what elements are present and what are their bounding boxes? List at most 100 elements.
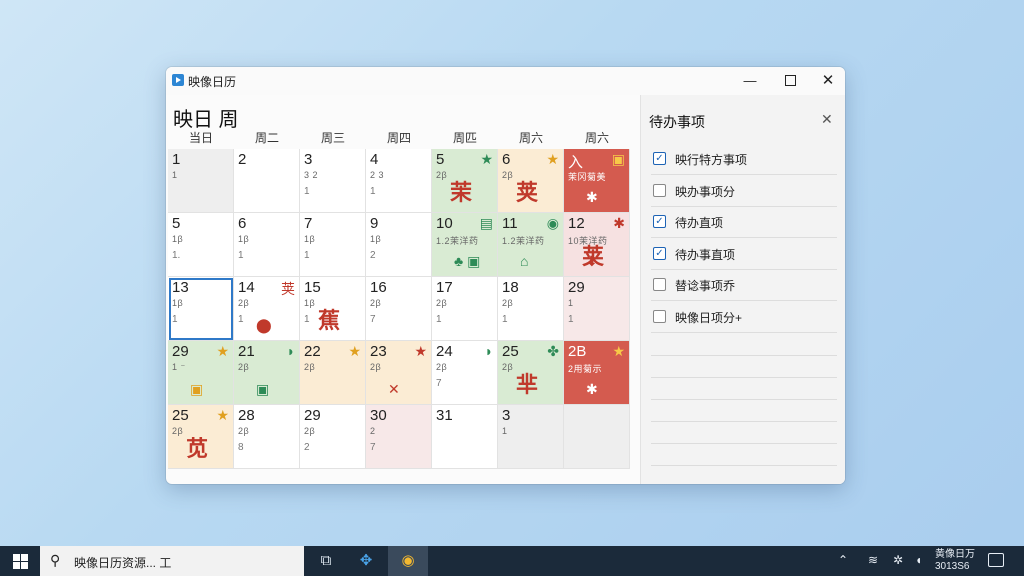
calendar-day-cell[interactable]: 13 1β 1 [168, 277, 234, 341]
calendar-day-cell[interactable]: 23 2β ★ ✕ [366, 341, 432, 405]
calendar-day-cell[interactable]: 14 2β 1 荚 ⬤ [234, 277, 300, 341]
calendar-day-cell[interactable]: 25 2β ✤ 芈 [498, 341, 564, 405]
event-badge-icon: ◗ [286, 343, 295, 359]
weekday-label: 周六 [518, 131, 543, 145]
event-badge-icon: ▣ [611, 151, 625, 167]
calendar-day-cell[interactable]: 2 [234, 149, 300, 213]
day-number: 29 [304, 407, 321, 424]
day-number: 24 [436, 343, 453, 360]
title-bar[interactable]: 映像日历 — ✕ [166, 67, 845, 95]
event-line: 1 [370, 186, 376, 197]
todo-item-label: 待办事直项 [675, 247, 736, 262]
event-line: 2 [370, 426, 376, 436]
taskbar-clock[interactable]: 黄像日万 3013S6 [935, 549, 975, 573]
wifi-icon[interactable]: ≋ [868, 553, 878, 567]
event-line: 3 2 [304, 170, 319, 180]
todo-item[interactable]: 替谂事项乔 [651, 269, 837, 301]
notification-icon[interactable] [988, 553, 1004, 567]
calendar-app-taskbar-icon[interactable]: ✥ [346, 546, 386, 576]
todo-item[interactable]: ✓ 待办事直项 [651, 238, 837, 270]
event-line: 2β [502, 170, 514, 180]
calendar-day-cell[interactable]: 9 1β 2 [366, 213, 432, 277]
event-line: 2β [370, 298, 382, 308]
event-line: 1β [304, 234, 316, 244]
day-number: 3 [304, 151, 313, 168]
day-number: 29 [568, 279, 585, 296]
calendar-day-cell[interactable]: 31 [498, 405, 564, 469]
calendar-day-cell[interactable]: 12 10茉洋药 ✱ 荚 ⬇ [564, 213, 630, 277]
browser-taskbar-icon[interactable]: ◉ [388, 546, 428, 576]
search-icon: ⚲ [50, 552, 61, 568]
event-line: 7 [436, 378, 442, 389]
event-line: 2β [304, 426, 316, 436]
todo-item-label: 待办直项 [675, 216, 724, 230]
calendar-day-cell[interactable]: 16 2β 7 [366, 277, 432, 341]
calendar-day-cell[interactable]: 7 1β 1 [300, 213, 366, 277]
calendar-day-cell[interactable]: 11 [168, 149, 234, 213]
calendar-day-cell[interactable]: 28 2β 8 [234, 405, 300, 469]
calendar-day-cell[interactable]: 11 1.2茉洋药 ◉ ⌂ [498, 213, 564, 277]
todo-checkbox[interactable] [653, 183, 666, 197]
close-button[interactable]: ✕ [809, 67, 845, 95]
day-number: 15 [304, 279, 321, 296]
calendar-day-cell[interactable]: 29 1 1 [564, 277, 630, 341]
minimize-button[interactable]: — [731, 67, 769, 95]
calendar-day-cell[interactable]: 22 2β ★ [300, 341, 366, 405]
calendar-day-cell[interactable] [564, 405, 630, 469]
calendar-day-cell[interactable]: 6 2β ★ 荚 [498, 149, 564, 213]
calendar-day-cell[interactable]: 2B 2用菊示 ★ ✱ [564, 341, 630, 405]
event-line: 1 [238, 250, 244, 261]
todo-close-icon[interactable]: ✕ [821, 111, 833, 128]
todo-item[interactable]: ✓ 待办直项 [651, 206, 837, 238]
event-line: 2β [172, 426, 184, 436]
calendar-day-cell[interactable]: 24 2β 7 ◗ [432, 341, 498, 405]
event-line: 2β [436, 362, 448, 372]
event-line: 1 [172, 314, 178, 325]
todo-item[interactable]: 映像日项分+ [651, 301, 837, 333]
todo-checkbox[interactable]: ✓ [653, 152, 666, 165]
calendar-day-cell[interactable]: 15 1β 1 蕉 [300, 277, 366, 341]
todo-item[interactable]: ✓ 映行特方事项 [651, 143, 837, 175]
todo-checkbox[interactable]: ✓ [653, 246, 666, 260]
day-number: 16 [370, 279, 387, 296]
brightness-icon[interactable]: ✲ [893, 553, 903, 567]
calendar-day-cell[interactable]: 21 2β ◗ ▣ [234, 341, 300, 405]
todo-checkbox[interactable] [653, 278, 666, 291]
calendar-day-cell[interactable]: 10 1.2茉洋药 ▤ ♣ ▣ [432, 213, 498, 277]
start-button[interactable] [0, 546, 40, 576]
calendar-day-cell[interactable]: 31 [432, 405, 498, 469]
event-line: 1β [172, 298, 184, 308]
volume-icon[interactable]: ◖ [915, 553, 922, 567]
event-badge-icon: ★ [216, 343, 229, 359]
chevron-up-icon[interactable]: ⌃ [838, 553, 848, 567]
weekday-label: 当日 [188, 131, 213, 145]
day-number: 14 [238, 279, 255, 296]
calendar-day-cell[interactable]: 29 1 ⁻ ★ ▣ [168, 341, 234, 405]
calendar-day-cell[interactable]: 30 2 7 [366, 405, 432, 469]
calendar-day-cell[interactable]: 29 2β 2 [300, 405, 366, 469]
event-line: 2 [370, 250, 376, 261]
calendar-day-cell[interactable]: 4 2 3 1 [366, 149, 432, 213]
calendar-window: 映像日历 — ✕ 映日 周 当日 周二 周三 周四 周匹 周六 周六 11233 2142 … [166, 67, 845, 484]
day-number: 2 [238, 151, 247, 168]
event-line: 2β [436, 170, 448, 180]
event-badge-icon: ✱ [613, 215, 625, 231]
maximize-button[interactable] [771, 67, 809, 95]
app-logo-icon [172, 74, 184, 86]
todo-checkbox[interactable]: ✓ [653, 215, 666, 228]
calendar-day-cell[interactable]: 6 1β 1 [234, 213, 300, 277]
taskbar-search-box[interactable]: ⚲ 映像日历资源... 工 [40, 546, 304, 576]
event-line: 2β [238, 362, 250, 372]
calendar-day-cell[interactable]: 5 2β ★ 茉 [432, 149, 498, 213]
calendar-day-cell[interactable]: 25 2β ★ 苋 [168, 405, 234, 469]
todo-empty-row [651, 399, 837, 400]
todo-item[interactable]: 映办事项分 [651, 175, 837, 207]
calendar-day-cell[interactable]: 17 2β 1 [432, 277, 498, 341]
todo-checkbox[interactable] [653, 309, 666, 323]
calendar-day-cell[interactable]: 18 2β 1 [498, 277, 564, 341]
task-view-icon[interactable]: ⧉ [306, 546, 346, 576]
calendar-day-cell[interactable]: 入茉冈菊美 ▣ ✱ [564, 149, 630, 213]
event-glyph: 蕉 [318, 308, 341, 333]
calendar-day-cell[interactable]: 3 3 2 1 [300, 149, 366, 213]
calendar-day-cell[interactable]: 5 1β 1. [168, 213, 234, 277]
